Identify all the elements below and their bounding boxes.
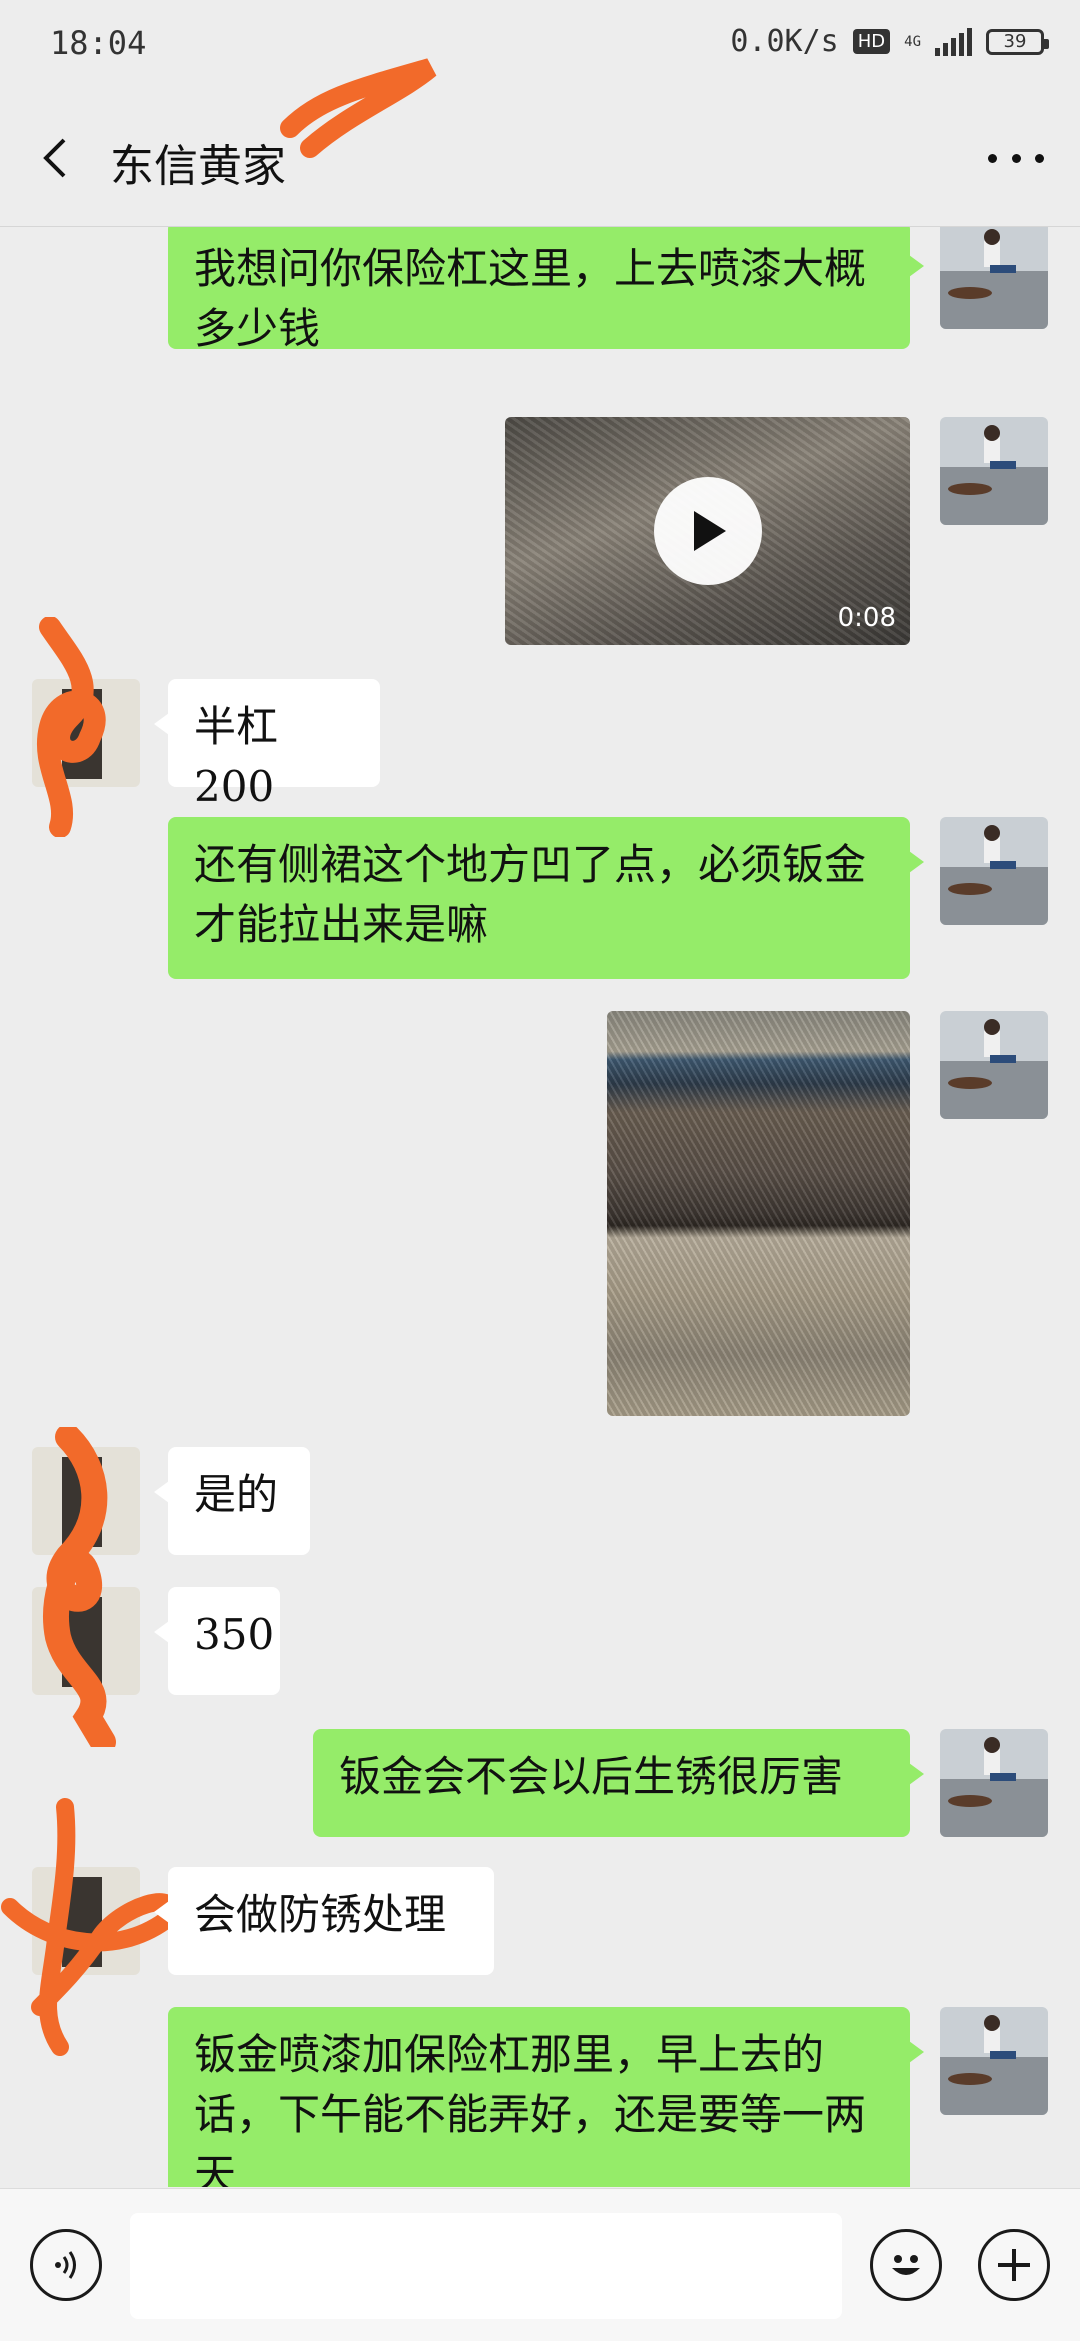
- message-text: 会做防锈处理: [194, 1890, 447, 1939]
- more-dots-icon[interactable]: [988, 134, 1044, 182]
- hd-badge: HD: [852, 29, 891, 54]
- message-text: 半杠200: [194, 702, 279, 811]
- status-time: 18:04: [50, 24, 147, 62]
- my-avatar[interactable]: [940, 227, 1048, 329]
- message-input[interactable]: [130, 2213, 842, 2319]
- message-text: 350: [194, 1610, 275, 1659]
- redaction-scribble: [43, 1427, 116, 1747]
- message-text: 钣金会不会以后生锈很厉害: [339, 1752, 844, 1801]
- message-bubble-received[interactable]: 会做防锈处理: [154, 1867, 494, 1975]
- message-text: 我想问你保险杠这里，上去喷漆大概多少钱: [194, 244, 867, 353]
- battery-level: 39: [1003, 31, 1027, 52]
- message-bubble-sent[interactable]: 钣金喷漆加保险杠那里，早上去的话，下午能不能弄好，还是要等一两天: [168, 2007, 924, 2187]
- message-bubble-sent[interactable]: 我想问你保险杠这里，上去喷漆大概多少钱: [168, 227, 924, 353]
- message-bubble-received[interactable]: 是的: [154, 1447, 310, 1555]
- status-bar: 18:04 0.0K/s HD 4G 39: [0, 0, 1080, 90]
- image-message[interactable]: [607, 1011, 910, 1416]
- my-avatar[interactable]: [940, 1011, 1048, 1119]
- my-avatar[interactable]: [940, 417, 1048, 525]
- chat-header: 东信黄家: [0, 58, 1080, 227]
- voice-icon[interactable]: [30, 2229, 102, 2301]
- message-bubble-received[interactable]: 350: [154, 1587, 280, 1695]
- video-duration: 0:08: [837, 603, 896, 633]
- signal-icon: [935, 27, 972, 56]
- play-icon[interactable]: [654, 477, 762, 585]
- network-type: 4G: [904, 33, 921, 50]
- chat-title: 东信黄家: [110, 141, 286, 192]
- message-text: 是的: [194, 1470, 279, 1519]
- plus-icon[interactable]: [978, 2229, 1050, 2301]
- message-bubble-sent[interactable]: 钣金会不会以后生锈很厉害: [313, 1729, 924, 1837]
- message-text: 钣金喷漆加保险杠那里，早上去的话，下午能不能弄好，还是要等一两天: [194, 2030, 867, 2187]
- video-message[interactable]: 0:08: [505, 417, 910, 645]
- status-indicators: 0.0K/s HD 4G 39: [730, 24, 1049, 59]
- message-bubble-received[interactable]: 半杠200: [154, 679, 380, 811]
- my-avatar[interactable]: [940, 2007, 1048, 2115]
- network-speed: 0.0K/s: [730, 24, 839, 59]
- redaction-scribble: [280, 58, 437, 158]
- my-avatar[interactable]: [940, 1729, 1048, 1837]
- my-avatar[interactable]: [940, 817, 1048, 925]
- message-bubble-sent[interactable]: 还有侧裙这个地方凹了点，必须钣金才能拉出来是嘛: [168, 817, 924, 979]
- chat-messages[interactable]: 我想问你保险杠这里，上去喷漆大概多少钱 0:08 半杠200 还有侧裙这个地方凹…: [0, 227, 1080, 2187]
- back-chevron-icon[interactable]: [34, 134, 82, 182]
- battery-icon: 39: [986, 28, 1049, 55]
- message-text: 还有侧裙这个地方凹了点，必须钣金才能拉出来是嘛: [194, 840, 867, 949]
- redaction-scribble: [37, 617, 106, 837]
- emoji-icon[interactable]: [870, 2229, 942, 2301]
- redaction-scribble: [1, 1798, 180, 2056]
- input-bar: [0, 2188, 1080, 2341]
